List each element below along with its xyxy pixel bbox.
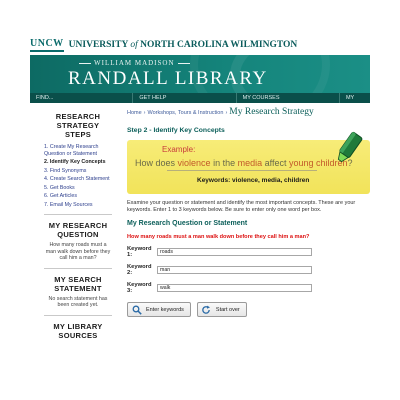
divider xyxy=(44,214,112,215)
keyword-3-input[interactable] xyxy=(157,284,312,292)
search-summary: No search statement has been created yet… xyxy=(48,295,108,309)
example-underline xyxy=(167,170,317,171)
keyword-1-input[interactable] xyxy=(157,248,312,256)
refresh-icon xyxy=(201,304,212,315)
keyword-2-input[interactable] xyxy=(157,266,312,274)
step-link-active[interactable]: 2. Identify Key Concepts xyxy=(44,159,112,166)
nav-my[interactable]: MY xyxy=(340,93,370,103)
library-title: RANDALL LIBRARY xyxy=(68,68,268,89)
keyword-label: Keyword 3: xyxy=(127,282,152,294)
search-heading: MY SEARCH STATEMENT xyxy=(54,274,102,293)
nav-get-help[interactable]: GET HELP xyxy=(133,93,237,103)
step-link[interactable]: 7. Email My Sources xyxy=(44,202,112,209)
example-box: Example: How does violence in the media … xyxy=(127,131,370,194)
question-summary: How many roads must a man walk down befo… xyxy=(45,242,111,261)
magnifier-icon xyxy=(131,304,142,315)
library-subtitle: WILLIAM MADISON xyxy=(76,59,193,67)
main-nav: FIND... GET HELP MY COURSES MY xyxy=(30,93,370,103)
keyword-label: Keyword 2: xyxy=(127,264,152,276)
university-name[interactable]: UNIVERSITY of NORTH CAROLINA WILMINGTON xyxy=(69,40,298,50)
divider xyxy=(44,314,112,316)
nav-find[interactable]: FIND... xyxy=(30,93,134,103)
breadcrumb-separator: › xyxy=(225,110,228,116)
library-banner[interactable]: WILLIAM MADISON RANDALL LIBRARY xyxy=(30,55,370,93)
nav-my-courses[interactable]: MY COURSES xyxy=(237,93,340,103)
enter-keywords-button[interactable]: Enter keywords xyxy=(127,302,191,317)
breadcrumb-home[interactable]: Home xyxy=(127,110,142,116)
keyword-row: Keyword 2: xyxy=(127,264,370,276)
breadcrumb-separator: › xyxy=(143,110,146,116)
step-link[interactable]: 5. Get Books xyxy=(44,185,112,192)
breadcrumb-workshops[interactable]: Workshops, Tours & Instruction xyxy=(148,110,224,116)
enter-keywords-label: Enter keywords xyxy=(146,306,184,313)
start-over-button[interactable]: Start over xyxy=(196,302,247,317)
keyword-label: Keyword 1: xyxy=(127,246,152,258)
step-link[interactable]: 4. Create Search Statement xyxy=(44,176,112,183)
example-question: How does violence in the media affect yo… xyxy=(135,158,353,168)
university-header: UNCW UNIVERSITY of NORTH CAROLINA WILMIN… xyxy=(30,36,370,54)
page-title: My Research Strategy xyxy=(229,107,314,117)
highlighter-icon xyxy=(337,131,363,163)
sidebar: RESEARCH STRATEGY STEPS 1. Create My Res… xyxy=(44,112,112,400)
step-link[interactable]: 1. Create My Research Question or Statem… xyxy=(44,144,112,157)
steps-list: 1. Create My Research Question or Statem… xyxy=(44,144,112,208)
sources-heading: MY LIBRARY SOURCES xyxy=(53,321,103,340)
uncw-logo[interactable]: UNCW xyxy=(30,38,64,52)
button-row: Enter keywords Start over xyxy=(127,302,370,317)
example-label: Example: xyxy=(162,145,196,154)
steps-heading: RESEARCH STRATEGY STEPS xyxy=(55,112,101,139)
example-keywords: Keywords: violence, media, children xyxy=(197,177,310,184)
section-title: My Research Question or Statement xyxy=(127,220,248,227)
breadcrumb: Home › Workshops, Tours & Instruction › … xyxy=(127,107,370,117)
main-content: Home › Workshops, Tours & Instruction › … xyxy=(127,107,370,317)
keyword-row: Keyword 1: xyxy=(127,246,370,258)
step-link[interactable]: 3. Find Synonyms xyxy=(44,168,112,175)
research-question: How many roads must a man walk down befo… xyxy=(127,234,310,240)
instructions-text: Examine your question or statement and i… xyxy=(127,200,356,213)
keyword-row: Keyword 3: xyxy=(127,282,370,294)
start-over-label: Start over xyxy=(215,306,240,313)
step-link[interactable]: 6. Get Articles xyxy=(44,193,112,200)
divider xyxy=(44,267,112,269)
question-heading: MY RESEARCH QUESTION xyxy=(48,221,108,239)
